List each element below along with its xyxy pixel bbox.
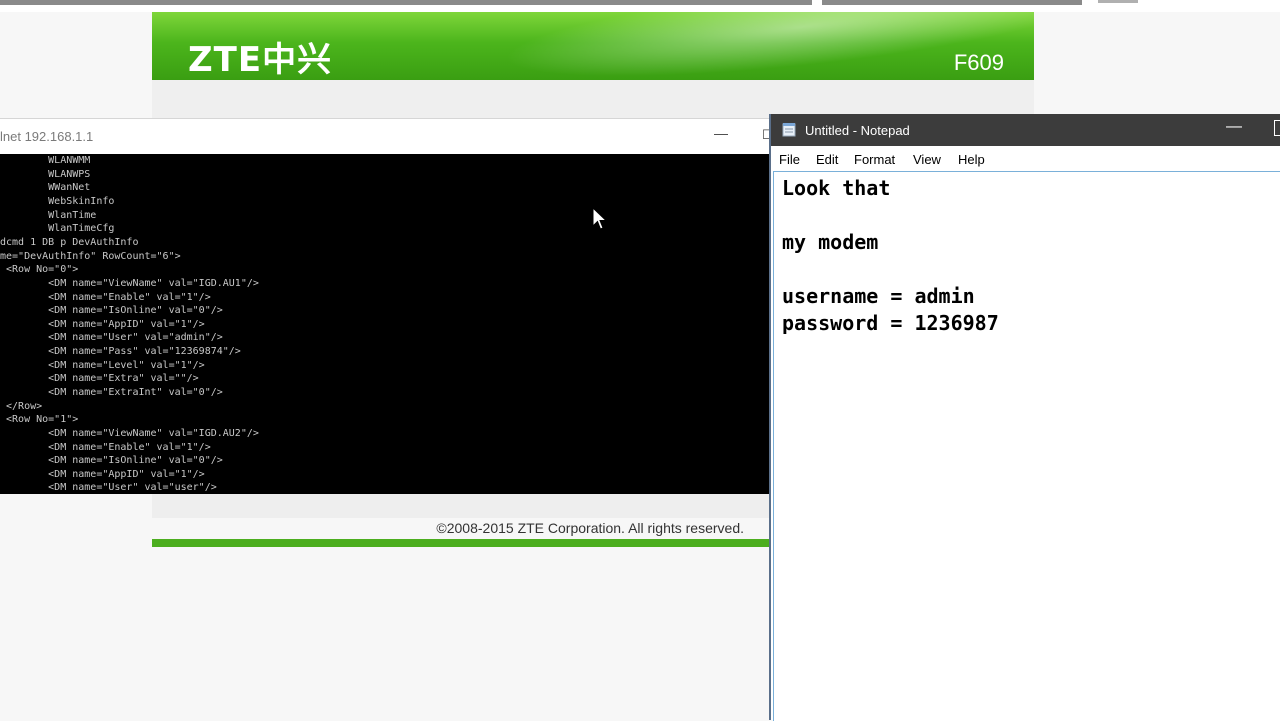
notepad-line: Look that <box>782 176 891 200</box>
notepad-line: username = admin <box>782 284 975 308</box>
terminal-line: dcmd 1 DB p DevAuthInfo <box>0 237 139 248</box>
notepad-menubar: File Edit Format View Help <box>771 146 1280 170</box>
notepad-window: Untitled - Notepad — File Edit Format Vi… <box>769 114 1280 721</box>
terminal-line: WWanNet <box>0 182 91 193</box>
router-header-banner: ZTE中兴 F609 <box>152 12 1034 80</box>
terminal-line: <DM name="User" val="user"/> <box>0 482 217 493</box>
terminal-line: <DM name="ViewName" val="IGD.AU1"/> <box>0 278 259 289</box>
terminal-line: <DM name="AppID" val="1"/> <box>0 469 205 480</box>
maximize-icon[interactable] <box>1274 120 1280 136</box>
telnet-terminal[interactable]: WLANWMM WLANWPS WWanNet WebSkinInfo Wlan… <box>0 154 770 494</box>
terminal-line: WebSkinInfo <box>0 196 115 207</box>
terminal-line: <DM name="ViewName" val="IGD.AU2"/> <box>0 428 259 439</box>
terminal-line: <Row No="1"> <box>0 414 79 425</box>
terminal-line: me="DevAuthInfo" RowCount="6"> <box>0 251 181 262</box>
minimize-icon[interactable]: — <box>1226 118 1242 136</box>
terminal-line: <DM name="IsOnline" val="0"/> <box>0 455 223 466</box>
telnet-window-title: lnet 192.168.1.1 <box>0 129 94 144</box>
terminal-line: <DM name="Pass" val="12369874"/> <box>0 346 241 357</box>
terminal-line: <DM name="Enable" val="1"/> <box>0 292 211 303</box>
browser-top-strip <box>0 0 1280 12</box>
terminal-line: <DM name="IsOnline" val="0"/> <box>0 305 223 316</box>
terminal-line: WlanTime <box>0 210 97 221</box>
router-footer-panel <box>152 494 770 518</box>
router-footer-bar <box>152 539 770 547</box>
terminal-line: <DM name="Enable" val="1"/> <box>0 442 211 453</box>
telnet-window-titlebar[interactable]: lnet 192.168.1.1 — ☐ <box>0 118 774 155</box>
minimize-icon[interactable]: — <box>714 125 728 141</box>
browser-tab-strip[interactable] <box>0 0 812 5</box>
terminal-line: <DM name="ExtraInt" val="0"/> <box>0 387 223 398</box>
notepad-title: Untitled - Notepad <box>805 123 910 138</box>
router-copyright: ©2008-2015 ZTE Corporation. All rights r… <box>436 520 744 536</box>
menu-view[interactable]: View <box>913 152 941 167</box>
mouse-cursor-icon <box>592 207 608 230</box>
notepad-text-area[interactable]: Look that my modem username = admin pass… <box>773 171 1280 721</box>
terminal-line: <DM name="AppID" val="1"/> <box>0 319 205 330</box>
menu-format[interactable]: Format <box>854 152 895 167</box>
browser-address-strip[interactable] <box>822 0 1082 5</box>
router-model-label: F609 <box>953 50 1004 75</box>
menu-help[interactable]: Help <box>958 152 985 167</box>
terminal-line: WLANWMM <box>0 155 91 166</box>
terminal-line: <DM name="Level" val="1"/> <box>0 360 205 371</box>
terminal-line: <DM name="Extra" val=""/> <box>0 373 199 384</box>
browser-control-strip[interactable] <box>1098 0 1138 3</box>
notepad-titlebar[interactable]: Untitled - Notepad — <box>771 114 1280 146</box>
terminal-line: <Row No="0"> <box>0 264 79 275</box>
notepad-line: password = 1236987 <box>782 311 999 335</box>
zte-logo: ZTE中兴 <box>188 40 333 80</box>
menu-edit[interactable]: Edit <box>816 152 838 167</box>
terminal-line: <DM name="User" val="admin"/> <box>0 332 223 343</box>
notepad-line: my modem <box>782 230 879 254</box>
terminal-line: </Row> <box>0 401 43 412</box>
terminal-line: WLANWPS <box>0 169 91 180</box>
terminal-line: WlanTimeCfg <box>0 223 115 234</box>
menu-file[interactable]: File <box>779 152 800 167</box>
notepad-icon <box>782 123 796 137</box>
